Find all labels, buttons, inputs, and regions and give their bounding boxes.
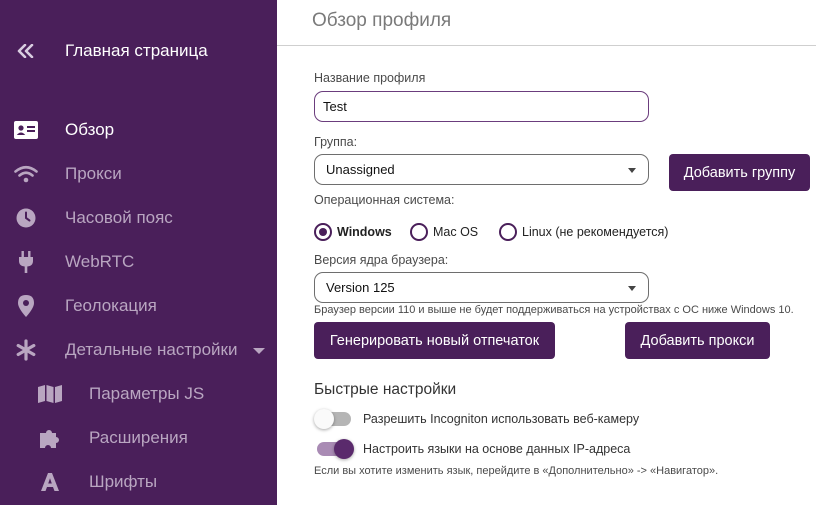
sidebar-item-fonts[interactable]: Шрифты (0, 464, 277, 500)
sidebar-item-advanced[interactable]: Детальные настройки (0, 332, 277, 368)
toggle-knob (314, 409, 334, 429)
sidebar-item-label: Прокси (65, 164, 122, 183)
sidebar-item-home[interactable]: Главная страница (0, 33, 277, 69)
browser-core-hint: Браузер версии 110 и выше не будет подде… (314, 304, 794, 316)
plug-icon (14, 250, 38, 274)
group-select-value: Unassigned (326, 162, 395, 177)
main-content: Обзор профиля Название профиля Группа: U… (277, 0, 816, 505)
radio-dot (319, 228, 327, 236)
sidebar-item-label: Часовой пояс (65, 208, 173, 227)
radio-ring (499, 223, 517, 241)
add-proxy-button[interactable]: Добавить прокси (625, 322, 770, 359)
sidebar-item-label: Расширения (89, 428, 188, 447)
sidebar-item-webrtc[interactable]: WebRTC (0, 244, 277, 280)
webcam-toggle-label: Разрешить Incogniton использовать веб-ка… (363, 412, 640, 426)
title-divider (277, 45, 816, 46)
quick-settings-title: Быстрые настройки (314, 381, 457, 398)
radio-ring (314, 223, 332, 241)
os-option-label: Mac OS (433, 225, 479, 239)
add-group-button[interactable]: Добавить группу (669, 154, 810, 191)
profile-name-input[interactable] (314, 91, 649, 122)
sidebar-item-timezone[interactable]: Часовой пояс (0, 200, 277, 236)
sidebar-item-extensions[interactable]: Расширения (0, 420, 277, 456)
page-title: Обзор профиля (312, 10, 452, 31)
group-select[interactable]: Unassigned (314, 154, 649, 185)
sidebar-item-label: Обзор (65, 120, 115, 139)
map-icon (38, 382, 62, 406)
clock-icon (14, 206, 38, 230)
profile-name-label: Название профиля (314, 71, 426, 85)
sidebar-item-proxy[interactable]: Прокси (0, 156, 277, 192)
caret-down-icon (253, 348, 265, 354)
browser-core-select[interactable]: Version 125 (314, 272, 649, 303)
asterisk-icon (14, 338, 38, 362)
sidebar-item-label: Главная страница (65, 41, 208, 60)
map-pin-icon (14, 294, 38, 318)
os-radio-macos[interactable]: Mac OS (410, 223, 478, 241)
sidebar-item-overview[interactable]: Обзор (0, 112, 277, 148)
os-radio-windows[interactable]: Windows (314, 223, 392, 241)
os-radio-linux[interactable]: Linux (не рекомендуется) (499, 223, 668, 241)
group-label: Группа: (314, 135, 358, 149)
sidebar-item-geolocation[interactable]: Геолокация (0, 288, 277, 324)
browser-core-select-value: Version 125 (326, 280, 395, 295)
browser-core-label: Версия ядра браузера: (314, 253, 449, 267)
puzzle-icon (38, 426, 62, 450)
caret-down-icon (628, 286, 636, 291)
wifi-icon (14, 162, 38, 186)
sidebar: Главная страница Обзор Прокси Часовой по… (0, 0, 277, 505)
generate-fingerprint-button[interactable]: Генерировать новый отпечаток (314, 322, 555, 359)
os-option-label: Linux (не рекомендуется) (522, 225, 669, 239)
id-card-icon (14, 118, 38, 142)
webcam-toggle[interactable] (314, 409, 354, 429)
sidebar-item-label: Геолокация (65, 296, 157, 315)
radio-ring (410, 223, 428, 241)
double-chevron-left-icon (14, 39, 38, 63)
sidebar-item-label: WebRTC (65, 252, 135, 271)
sidebar-item-label: Шрифты (89, 472, 158, 491)
sidebar-item-label: Параметры JS (89, 384, 205, 403)
os-label: Операционная система: (314, 193, 455, 207)
caret-down-icon (628, 168, 636, 173)
language-note: Если вы хотите изменить язык, перейдите … (314, 465, 719, 477)
toggle-knob (334, 439, 354, 459)
sidebar-item-label: Детальные настройки (65, 340, 238, 359)
ip-languages-toggle-label: Настроить языки на основе данных IP-адре… (363, 442, 631, 456)
sidebar-item-js-params[interactable]: Параметры JS (0, 376, 277, 412)
os-option-label: Windows (337, 225, 392, 239)
font-icon (38, 470, 62, 494)
ip-languages-toggle[interactable] (314, 439, 354, 459)
